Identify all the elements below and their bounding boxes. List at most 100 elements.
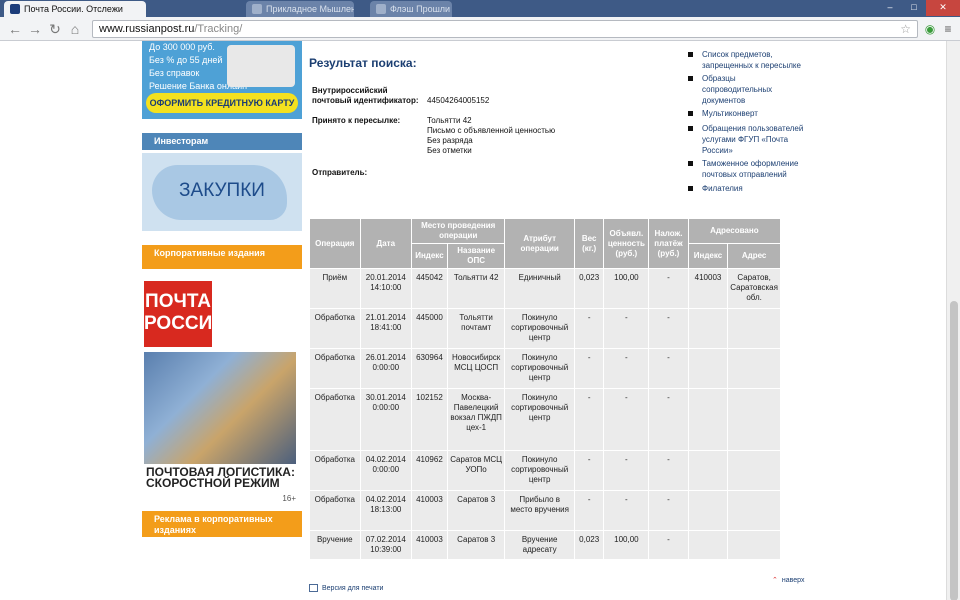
cell-operation: Обработка bbox=[309, 348, 361, 389]
accepted-line: Без отметки bbox=[427, 146, 472, 155]
cell-addr bbox=[727, 388, 781, 451]
cell-declared: - bbox=[603, 348, 650, 389]
table-row: Обработка 04.02.2014 18:13:00 410003 Сарато… bbox=[309, 490, 781, 531]
tab-russianpost[interactable]: Почта России. Отслежи bbox=[4, 1, 146, 17]
cell-operation: Обработка bbox=[309, 308, 361, 349]
table-row: Вручение 07.02.2014 10:39:00 410003 Саратов… bbox=[309, 530, 781, 560]
cell-operation: Обработка bbox=[309, 490, 361, 531]
cell-addr-index bbox=[687, 348, 729, 389]
col-addressed: Адресовано bbox=[687, 218, 782, 244]
cell-addr-index bbox=[687, 450, 729, 491]
close-icon[interactable]: ✕ bbox=[926, 0, 960, 16]
cell-date: 26.01.2014 0:00:00 bbox=[359, 348, 413, 389]
zakupki-banner[interactable]: ЗАКУПКИ bbox=[142, 153, 302, 231]
accepted-line: Тольятти 42 bbox=[427, 116, 472, 125]
link-multiconvert[interactable]: Мультиконверт bbox=[686, 108, 758, 119]
tab-title: Флэш Прошли bbox=[390, 4, 451, 14]
cell-place-name: Новосибирск МСЦ ЦОСП bbox=[446, 348, 506, 389]
print-version-link[interactable]: Версия для печати bbox=[309, 584, 383, 592]
cell-index: 410962 bbox=[411, 450, 448, 491]
cell-index: 630964 bbox=[411, 348, 448, 389]
cell-index: 445042 bbox=[411, 268, 448, 309]
cell-addr bbox=[727, 530, 781, 560]
printer-icon bbox=[309, 584, 318, 592]
magazine-cover[interactable]: ПОЧТА РОССИИ ПОЧТОВАЯ ЛОГИСТИКА: СКОРОСТН… bbox=[142, 271, 302, 506]
age-rating: 16+ bbox=[282, 494, 296, 503]
cell-weight: - bbox=[573, 490, 605, 531]
window-controls: – □ ✕ bbox=[878, 0, 960, 17]
cell-date: 20.01.2014 14:10:00 bbox=[359, 268, 413, 309]
cell-operation: Обработка bbox=[309, 450, 361, 491]
cell-operation: Обработка bbox=[309, 388, 361, 451]
reload-icon[interactable]: ↻ bbox=[46, 20, 64, 38]
cell-cod: - bbox=[648, 530, 689, 560]
cell-attribute: Покинуло сортировочный центр bbox=[504, 450, 575, 491]
cell-addr bbox=[727, 450, 781, 491]
id-label: Внутрироссийский почтовый идентификатор: bbox=[312, 86, 419, 105]
back-icon[interactable]: ← bbox=[6, 20, 24, 38]
russianpost-favicon-icon bbox=[10, 4, 20, 14]
cell-weight: - bbox=[573, 348, 605, 389]
link-philately[interactable]: Филателия bbox=[686, 183, 743, 194]
link-user-appeals[interactable]: Обращения пользователей услугами ФГУП «П… bbox=[686, 123, 816, 156]
accepted-line: Письмо с объявленной ценностью bbox=[427, 126, 556, 135]
sender-label: Отправитель: bbox=[312, 168, 368, 177]
vertical-scrollbar[interactable] bbox=[946, 41, 960, 600]
back-to-top-link[interactable]: ⌃ наверх bbox=[772, 576, 804, 584]
forward-icon[interactable]: → bbox=[26, 20, 44, 38]
tab-2[interactable]: Прикладное Мышление bbox=[246, 1, 354, 17]
cell-weight: - bbox=[573, 388, 605, 451]
investors-link[interactable]: Инвесторам bbox=[142, 133, 302, 150]
cell-declared: 100,00 bbox=[603, 530, 650, 560]
address-bar[interactable]: www.russianpost.ru/Tracking/ ☆ bbox=[92, 20, 918, 38]
link-document-samples[interactable]: Образцы сопроводительных документов bbox=[686, 73, 796, 106]
cell-index: 410003 bbox=[411, 490, 448, 531]
credit-card-image bbox=[227, 45, 295, 87]
cell-place-name: Саратов 3 bbox=[446, 530, 506, 560]
cell-attribute: Покинуло сортировочный центр bbox=[504, 348, 575, 389]
maximize-icon[interactable]: □ bbox=[902, 0, 926, 16]
cell-cod: - bbox=[648, 348, 689, 389]
col-date: Дата bbox=[359, 218, 413, 269]
cell-addr: Саратов, Саратовская обл. bbox=[727, 268, 781, 309]
table-row: Обработка 21.01.2014 18:41:00 445000 Тольят… bbox=[309, 308, 781, 349]
cell-place-name: Тольятти 42 bbox=[446, 268, 506, 309]
url-path: /Tracking/ bbox=[194, 23, 243, 35]
cell-attribute: Прибыло в место вручения bbox=[504, 490, 575, 531]
zakupki-text: ЗАКУПКИ bbox=[179, 180, 265, 201]
extension-icon[interactable]: ◉ bbox=[922, 21, 938, 37]
col-place: Место проведения операции bbox=[411, 218, 506, 244]
link-prohibited-items[interactable]: Список предметов, запрещенных к пересылк… bbox=[686, 49, 816, 71]
table-row: Приём 20.01.2014 14:10:00 445042 Тольятти 4… bbox=[309, 268, 781, 309]
home-icon[interactable]: ⌂ bbox=[66, 20, 84, 38]
cell-place-name: Тольятти почтамт bbox=[446, 308, 506, 349]
menu-icon[interactable]: ≡ bbox=[940, 21, 956, 37]
cell-cod: - bbox=[648, 450, 689, 491]
cell-place-name: Саратов 3 bbox=[446, 490, 506, 531]
col-addr: Адрес bbox=[727, 243, 781, 269]
cell-attribute: Единичный bbox=[504, 268, 575, 309]
col-place-name: Название ОПС bbox=[446, 243, 506, 269]
print-label: Версия для печати bbox=[322, 584, 384, 592]
accepted-details: Тольятти 42 Письмо с объявленной ценност… bbox=[427, 116, 555, 156]
logo-line: РОССИИ bbox=[144, 313, 226, 334]
corp-editions-link[interactable]: Корпоративные издания bbox=[142, 245, 302, 269]
cell-addr-index bbox=[687, 490, 729, 531]
corp-ads-link[interactable]: Реклама в корпоративных изданиях bbox=[142, 511, 302, 537]
cell-date: 21.01.2014 18:41:00 bbox=[359, 308, 413, 349]
col-weight: Вес (кг.) bbox=[573, 218, 605, 269]
col-index: Индекс bbox=[411, 243, 448, 269]
col-declared: Объявл. ценность (руб.) bbox=[603, 218, 650, 269]
cell-weight: 0,023 bbox=[573, 530, 605, 560]
credit-card-ad[interactable]: До 300 000 руб. Без % до 55 дней Без спр… bbox=[142, 41, 302, 119]
cell-declared: - bbox=[603, 388, 650, 451]
tab-3[interactable]: Флэш Прошли bbox=[370, 1, 452, 17]
scrollbar-thumb[interactable] bbox=[950, 301, 958, 600]
browser-toolbar: ← → ↻ ⌂ www.russianpost.ru/Tracking/☆ ◉ … bbox=[0, 17, 960, 41]
tab-title: Прикладное Мышление bbox=[266, 4, 354, 14]
bookmark-star-icon[interactable]: ☆ bbox=[900, 21, 911, 37]
credit-card-button[interactable]: ОФОРМИТЬ КРЕДИТНУЮ КАРТУ bbox=[146, 93, 298, 113]
link-customs[interactable]: Таможенное оформление почтовых отправлен… bbox=[686, 158, 816, 180]
cell-addr bbox=[727, 308, 781, 349]
minimize-icon[interactable]: – bbox=[878, 0, 902, 16]
